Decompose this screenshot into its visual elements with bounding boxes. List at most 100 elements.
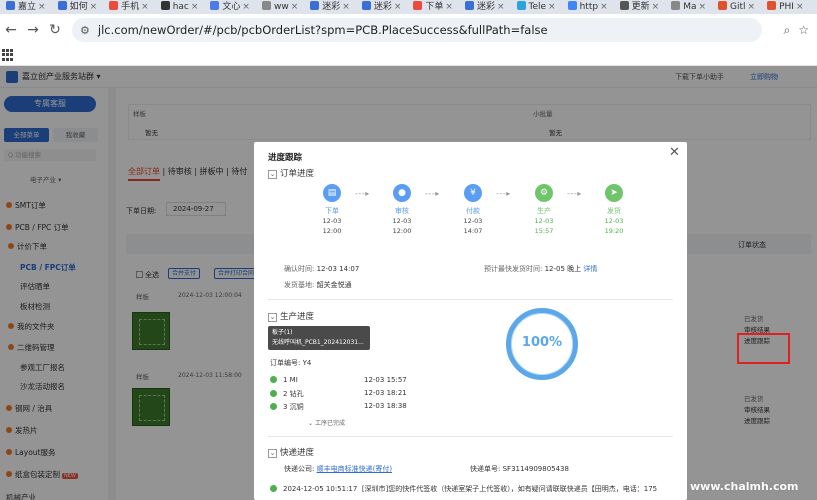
tab-close-icon[interactable]: × bbox=[291, 2, 299, 12]
tab-close-icon[interactable]: × bbox=[342, 2, 350, 12]
forward-icon[interactable]: → bbox=[22, 22, 44, 38]
order-step: ⚙ 生产 12-03 15:57 bbox=[524, 184, 564, 236]
tab-label: 下单 bbox=[425, 2, 444, 12]
section-title: 快递进度 bbox=[280, 448, 315, 458]
browser-tab-strip: 嘉立 × 如何 × 手机 × hac × 文心 × ww × 迷彩 × 迷彩 × 下单 × 迷彩 × Tele × http… bbox=[0, 0, 817, 14]
tab-close-icon[interactable]: × bbox=[445, 2, 453, 12]
browser-tab[interactable]: 更新 × bbox=[614, 0, 666, 14]
tooltip-filename: 无线呼叫机_PCB1_202412031... bbox=[272, 339, 364, 346]
browser-tab[interactable]: 嘉立 × bbox=[0, 0, 52, 14]
step-date: 12-03 bbox=[322, 217, 342, 225]
url-bar[interactable]: ⚙ jlc.com/newOrder/#/pcb/pcbOrderList?sp… bbox=[72, 18, 762, 42]
step-label: 付款 bbox=[466, 207, 480, 215]
tab-close-icon[interactable]: × bbox=[548, 2, 556, 12]
tab-favicon-icon bbox=[619, 1, 629, 10]
reload-icon[interactable]: ↻ bbox=[44, 22, 66, 38]
tab-close-icon[interactable]: × bbox=[698, 2, 706, 12]
tab-close-icon[interactable]: × bbox=[796, 2, 804, 12]
step-arrow-icon: - - - ▸ bbox=[425, 189, 439, 198]
factory-icon: ⚙ bbox=[535, 184, 553, 202]
check-icon bbox=[270, 376, 277, 383]
confirm-time: 确认时间: 12-03 14:07 bbox=[284, 265, 360, 273]
step-date: 12-03 bbox=[604, 217, 624, 225]
browser-tab[interactable]: 如何 × bbox=[52, 0, 104, 14]
browser-tab[interactable]: Tele × bbox=[511, 0, 562, 14]
tab-close-icon[interactable]: × bbox=[748, 2, 756, 12]
expand-processes[interactable]: ⌄ 工序已完成 bbox=[308, 418, 345, 427]
tab-close-icon[interactable]: × bbox=[38, 2, 46, 12]
tab-favicon-icon bbox=[261, 1, 271, 10]
back-icon[interactable]: ← bbox=[0, 22, 22, 38]
divider bbox=[268, 299, 673, 300]
browser-tab[interactable]: Ma × bbox=[665, 0, 712, 14]
tab-label: PHI bbox=[779, 2, 794, 12]
browser-tab[interactable]: Gitl × bbox=[712, 0, 761, 14]
chevron-down-icon: ⌄ bbox=[308, 420, 314, 427]
express-event: 2024-12-05 10:51:17 [深圳市]您的快件代签收（快递室架子上代… bbox=[270, 484, 657, 494]
step-time: 12:00 bbox=[322, 227, 342, 235]
tab-close-icon[interactable]: × bbox=[90, 2, 98, 12]
tab-close-icon[interactable]: × bbox=[242, 2, 250, 12]
process-row: 2 钻孔 12-03 18:21 bbox=[270, 389, 407, 399]
express-progress-header[interactable]: ⌄ 快递进度 bbox=[268, 446, 314, 458]
eta: 预计最快发货时间: 12-05 晚上 详情 bbox=[484, 265, 598, 273]
browser-tab[interactable]: hac × bbox=[155, 0, 205, 14]
apps-grid-icon[interactable] bbox=[2, 49, 14, 61]
tab-close-icon[interactable]: × bbox=[141, 2, 149, 12]
user-icon: ● bbox=[393, 184, 411, 202]
tab-close-icon[interactable]: × bbox=[497, 2, 505, 12]
eta-details-link[interactable]: 详情 bbox=[583, 265, 597, 273]
url-text: jlc.com/newOrder/#/pcb/pcbOrderList?spm=… bbox=[97, 23, 548, 37]
tab-label: 迷彩 bbox=[322, 2, 341, 12]
process-time: 12-03 15:57 bbox=[364, 376, 407, 384]
tab-favicon-icon bbox=[160, 1, 170, 10]
process-name: 1 MI bbox=[283, 376, 298, 384]
production-progress-header[interactable]: ⌄ 生产进度 bbox=[268, 310, 314, 322]
collapse-icon[interactable]: ⌄ bbox=[268, 313, 277, 322]
close-icon[interactable]: ✕ bbox=[669, 146, 680, 159]
board-tooltip: 板子(1) 无线呼叫机_PCB1_202412031... bbox=[268, 326, 370, 350]
tab-label: http bbox=[579, 2, 599, 12]
tab-close-icon[interactable]: × bbox=[191, 2, 199, 12]
express-company-link[interactable]: 顺丰电商标准快递(寄付) bbox=[317, 465, 392, 473]
step-time: 19:20 bbox=[604, 227, 624, 235]
browser-tab[interactable]: PHI × bbox=[761, 0, 809, 14]
tab-close-icon[interactable]: × bbox=[600, 2, 608, 12]
step-arrow-icon: - - - ▸ bbox=[496, 189, 510, 198]
zoom-search-icon[interactable]: ⌕ bbox=[784, 23, 791, 38]
step-arrow-icon: - - - ▸ bbox=[567, 189, 581, 198]
tab-favicon-icon bbox=[413, 1, 423, 10]
dialog-title: 进度跟踪 bbox=[268, 153, 303, 163]
browser-tab[interactable]: http × bbox=[562, 0, 614, 14]
order-number: 订单编号: Y4 bbox=[270, 359, 312, 367]
tab-label: Ma bbox=[683, 2, 697, 12]
check-icon bbox=[270, 403, 277, 410]
browser-tab[interactable]: 手机 × bbox=[103, 0, 155, 14]
browser-tab[interactable]: 下单 × bbox=[407, 0, 459, 14]
process-row: 1 MI 12-03 15:57 bbox=[270, 376, 407, 384]
site-info-icon[interactable]: ⚙ bbox=[80, 24, 90, 37]
ship-base: 发货基地: 韶关金悦通 bbox=[284, 281, 352, 289]
order-step: ¥ 付款 12-03 14:07 bbox=[453, 184, 493, 236]
browser-tab[interactable]: 文心 × bbox=[204, 0, 256, 14]
browser-tab[interactable]: 迷彩 × bbox=[459, 0, 511, 14]
browser-tab[interactable]: 迷彩 × bbox=[356, 0, 408, 14]
watermark: www.chalmh.com bbox=[690, 480, 799, 493]
browser-tab[interactable]: 迷彩 × bbox=[304, 0, 356, 14]
step-time: 14:07 bbox=[463, 227, 483, 235]
tab-close-icon[interactable]: × bbox=[652, 2, 660, 12]
collapse-icon[interactable]: ⌄ bbox=[268, 170, 277, 179]
check-icon bbox=[270, 390, 277, 397]
step-label: 生产 bbox=[537, 207, 551, 215]
tab-close-icon[interactable]: × bbox=[394, 2, 402, 12]
bookmark-star-icon[interactable]: ☆ bbox=[798, 23, 809, 38]
order-progress-header[interactable]: ⌄ 订单进度 bbox=[268, 167, 314, 179]
tab-favicon-icon bbox=[767, 1, 777, 10]
browser-tab[interactable]: ww × bbox=[256, 0, 304, 14]
collapse-icon[interactable]: ⌄ bbox=[268, 449, 277, 458]
step-label: 审核 bbox=[395, 207, 409, 215]
progress-percent: 100% bbox=[521, 335, 563, 350]
section-title: 订单进度 bbox=[280, 169, 315, 179]
order-step: ▤ 下单 12-03 12:00 bbox=[312, 184, 352, 236]
doc-icon: ▤ bbox=[323, 184, 341, 202]
